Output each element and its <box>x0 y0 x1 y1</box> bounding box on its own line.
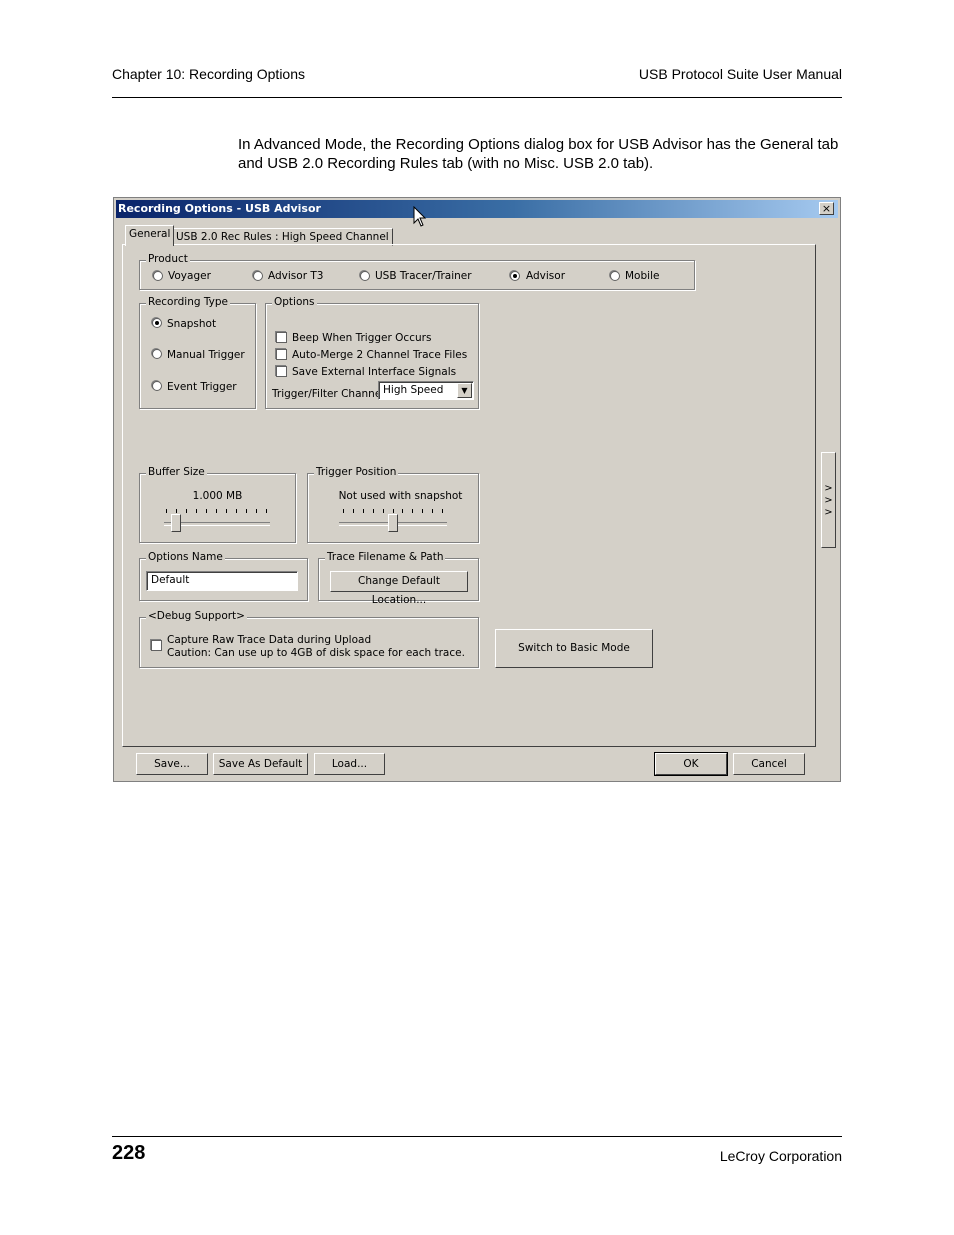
switch-basic-mode-button[interactable]: Switch to Basic Mode <box>495 629 653 668</box>
product-group: Product Voyager Advisor T3 USB Tracer/Tr… <box>139 253 695 290</box>
recording-snapshot-label: Snapshot <box>167 318 217 330</box>
header-rule <box>112 97 842 98</box>
slider-tick <box>343 509 344 513</box>
product-advisor-radio[interactable] <box>510 271 520 281</box>
general-tab-panel: Product Voyager Advisor T3 USB Tracer/Tr… <box>122 244 816 747</box>
save-external-signals-label: Save External Interface Signals <box>292 366 457 378</box>
caution-label: Caution: Can use up to 4GB of disk space… <box>167 647 465 659</box>
footer-company: LeCroy Corporation <box>719 1148 842 1164</box>
product-advisor-t3-label: Advisor T3 <box>268 270 324 282</box>
save-button[interactable]: Save... <box>136 753 208 775</box>
recording-manual-trigger-label: Manual Trigger <box>167 349 245 361</box>
product-usb-tracer-trainer-radio[interactable] <box>360 271 370 281</box>
slider-tick <box>226 509 227 513</box>
product-mobile-label: Mobile <box>625 270 660 282</box>
slider-tick <box>216 509 217 513</box>
beep-trigger-checkbox[interactable] <box>276 332 287 343</box>
debug-support-legend: <Debug Support> <box>146 610 247 622</box>
product-usb-tracer-trainer-label: USB Tracer/Trainer <box>375 270 472 282</box>
header-manual-title: USB Protocol Suite User Manual <box>638 66 842 82</box>
capture-raw-trace-checkbox[interactable] <box>151 640 162 651</box>
ok-button[interactable]: OK <box>654 752 728 776</box>
intro-paragraph: In Advanced Mode, the Recording Options … <box>238 136 839 172</box>
trace-filename-legend: Trace Filename & Path <box>325 551 446 563</box>
trace-filename-group: Trace Filename & Path Change Default Loc… <box>318 551 479 606</box>
slider-tick <box>382 509 384 513</box>
trigger-position-legend: Trigger Position <box>314 466 399 478</box>
save-external-signals-checkbox[interactable] <box>276 366 287 377</box>
auto-merge-checkbox[interactable] <box>276 349 287 360</box>
slider-tick <box>176 509 177 513</box>
buffer-size-value: 1.000 MB <box>192 490 243 502</box>
slider-tick <box>352 509 354 513</box>
slider-tick <box>256 509 257 513</box>
slider-tick <box>412 509 414 513</box>
recording-event-trigger-label: Event Trigger <box>167 381 237 393</box>
product-voyager-label: Voyager <box>168 270 211 282</box>
slider-tick <box>206 509 207 513</box>
buffer-size-legend: Buffer Size <box>146 466 207 478</box>
dialog-titlebar[interactable]: Recording Options - USB Advisor × <box>116 200 838 218</box>
expand-panel-button[interactable]: > > > <box>821 452 836 548</box>
recording-event-trigger-radio[interactable] <box>152 381 162 391</box>
slider-tick <box>246 509 247 513</box>
header-chapter: Chapter 10: Recording Options <box>112 66 305 82</box>
recording-options-dialog: Recording Options - USB Advisor × Genera… <box>113 197 841 782</box>
trigger-position-value: Not used with snapshot <box>338 490 463 502</box>
recording-snapshot-radio[interactable] <box>152 318 162 328</box>
recording-type-legend: Recording Type <box>146 296 230 308</box>
save-as-default-button[interactable]: Save As Default <box>213 753 308 775</box>
slider-tick <box>266 509 267 513</box>
options-name-group: Options Name Default <box>139 551 308 601</box>
recording-type-group: Recording Type Snapshot Manual Trigger E… <box>139 296 256 409</box>
recording-manual-trigger-radio[interactable] <box>152 349 162 359</box>
buffer-size-group: Buffer Size 1.000 MB <box>139 466 296 543</box>
chevron-right-icon: > > > <box>824 483 833 518</box>
slider-tick <box>236 509 237 513</box>
slider-tick <box>432 509 434 513</box>
debug-support-group: <Debug Support> Capture Raw Trace Data d… <box>139 610 479 668</box>
mouse-cursor-icon <box>413 206 427 227</box>
product-advisor-label: Advisor <box>526 270 566 282</box>
slider-tick <box>196 509 197 513</box>
trigger-channel-value: High Speed <box>383 384 444 396</box>
options-name-input[interactable]: Default <box>146 571 298 591</box>
product-voyager-radio[interactable] <box>153 271 163 281</box>
dialog-title: Recording Options - USB Advisor <box>118 202 321 215</box>
product-advisor-t3-radio[interactable] <box>253 271 263 281</box>
beep-trigger-label: Beep When Trigger Occurs <box>292 332 432 344</box>
buffer-size-slider-thumb[interactable] <box>171 514 181 532</box>
tab-general[interactable]: General <box>125 225 175 246</box>
capture-raw-trace-label: Capture Raw Trace Data during Upload <box>167 634 372 646</box>
slider-tick <box>392 509 394 513</box>
trigger-position-group: Trigger Position Not used with snapshot <box>307 466 479 543</box>
slider-tick <box>442 509 443 513</box>
close-icon[interactable]: × <box>819 202 834 215</box>
options-name-legend: Options Name <box>146 551 225 563</box>
chevron-down-icon[interactable]: ▼ <box>457 383 472 398</box>
trigger-channel-label: Trigger/Filter Channel: <box>272 388 388 400</box>
cancel-button[interactable]: Cancel <box>733 753 805 775</box>
product-legend: Product <box>146 253 190 265</box>
options-group: Options Beep When Trigger Occurs Auto-Me… <box>265 296 479 409</box>
slider-tick <box>402 509 404 513</box>
page-number: 228 <box>112 1142 146 1164</box>
trigger-channel-select[interactable]: High Speed ▼ <box>378 381 474 400</box>
auto-merge-label: Auto-Merge 2 Channel Trace Files <box>292 349 468 361</box>
slider-tick <box>166 509 167 513</box>
slider-tick <box>186 509 187 513</box>
slider-tick <box>362 509 364 513</box>
load-button[interactable]: Load... <box>314 753 385 775</box>
trigger-position-slider-thumb[interactable] <box>387 514 398 532</box>
slider-tick <box>422 509 424 513</box>
options-legend: Options <box>272 296 317 308</box>
footer-rule <box>112 1136 842 1137</box>
product-mobile-radio[interactable] <box>610 271 620 281</box>
change-default-location-button[interactable]: Change Default Location... <box>330 571 468 606</box>
slider-tick <box>372 509 374 513</box>
